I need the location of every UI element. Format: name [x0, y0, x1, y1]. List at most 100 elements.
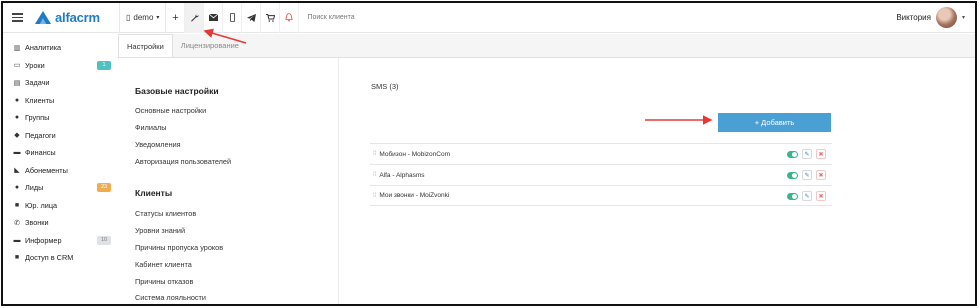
chart-icon: ▥ — [13, 44, 21, 52]
sidebar-item-informer[interactable]: ▬ Информер 10 — [3, 232, 118, 250]
cart-icon[interactable] — [261, 3, 281, 33]
sidebar-item-calls[interactable]: ✆ Звонки — [3, 214, 118, 232]
hamburger-menu-icon[interactable] — [3, 3, 31, 33]
users-icon: ● — [14, 114, 20, 122]
row-actions: ✎ ✖ — [787, 170, 826, 180]
credit-card-icon: ▬ — [13, 236, 21, 244]
provider-name: Alfa - Alphasms — [379, 171, 425, 179]
trash-icon[interactable]: ✖ — [816, 191, 826, 201]
link-absence-reasons[interactable]: Причины пропуска уроков — [135, 243, 223, 252]
envelope-icon[interactable] — [204, 3, 224, 33]
row-actions: ✎ ✖ — [787, 149, 826, 159]
link-notifications[interactable]: Уведомления — [135, 140, 181, 149]
sidebar-item-subscriptions[interactable]: ◣ Абонементы — [3, 162, 118, 180]
pencil-icon[interactable]: ✎ — [802, 149, 812, 159]
money-icon: ▬ — [13, 149, 21, 157]
user-menu[interactable]: Виктория ▾ — [896, 7, 975, 28]
chevron-down-icon: ▾ — [156, 15, 160, 21]
link-branches[interactable]: Филиалы — [135, 123, 167, 132]
link-knowledge-levels[interactable]: Уровни знаний — [135, 226, 185, 235]
user-name: Виктория — [896, 13, 931, 22]
enabled-toggle[interactable] — [787, 150, 798, 158]
link-main-settings[interactable]: Основные настройки — [135, 106, 206, 115]
telegram-icon[interactable] — [242, 3, 262, 33]
alfacrm-logo-icon — [35, 11, 51, 24]
section-title-clients: Клиенты — [135, 188, 173, 198]
sidebar-item-clients[interactable]: ● Клиенты — [3, 92, 118, 110]
app-logo[interactable]: alfacrm — [35, 10, 119, 25]
branch-name: demo — [133, 13, 154, 22]
tag-icon: ◣ — [14, 167, 20, 175]
sidebar-item-label: Уроки — [25, 60, 45, 70]
branch-selector[interactable]: ▯ demo ▾ — [120, 3, 165, 33]
sidebar-item-tasks[interactable]: ▤ Задачи — [3, 74, 118, 92]
sidebar-item-label: Задачи — [25, 78, 50, 88]
sidebar-item-analytics[interactable]: ▥ Аналитика — [3, 39, 118, 57]
sidebar-item-label: Доступ в CRM — [25, 253, 74, 263]
sidebar-item-lessons[interactable]: ▭ Уроки 1 — [3, 57, 118, 75]
avatar — [935, 7, 957, 28]
drag-handle-icon[interactable]: ⁞⁞ — [373, 151, 376, 157]
phone-icon[interactable] — [223, 3, 243, 33]
app-window: alfacrm ▯ demo ▾ + Поиск клиента Виктори… — [1, 1, 977, 306]
sms-title: SMS (3) — [371, 82, 399, 91]
building-icon: ▯ — [126, 13, 131, 22]
provider-name: Мои звонки - MoiZvonki — [379, 192, 450, 199]
section-title-basic: Базовые настройки — [135, 86, 219, 96]
pencil-icon[interactable]: ✎ — [802, 170, 812, 180]
enabled-toggle[interactable] — [787, 171, 798, 179]
sidebar-item-label: Юр. лица — [25, 200, 58, 210]
list-item[interactable]: ⁞⁞ Мои звонки - MoiZvonki ✎ ✖ — [370, 185, 832, 206]
drag-handle-icon[interactable]: ⁞⁞ — [373, 172, 376, 178]
tab-licensing[interactable]: Лицензирование — [173, 34, 247, 57]
search-input[interactable]: Поиск клиента — [299, 14, 896, 21]
bell-icon[interactable] — [280, 3, 300, 33]
add-button[interactable]: + Добавить — [718, 113, 831, 132]
lock-icon: ■ — [14, 254, 20, 262]
pencil-icon[interactable]: ✎ — [802, 191, 812, 201]
user-plus-icon: ● — [14, 184, 20, 192]
sidebar-item-label: Педагоги — [25, 130, 56, 140]
list-item[interactable]: ⁞⁞ Alfa - Alphasms ✎ ✖ — [370, 164, 832, 185]
sidebar-item-label: Лиды — [25, 183, 44, 193]
wrench-icon[interactable] — [185, 3, 205, 33]
sidebar: ▥ Аналитика ▭ Уроки 1 ▤ Задачи ● Клиенты ● Гру… — [3, 34, 118, 304]
sidebar-item-finance[interactable]: ▬ Финансы — [3, 144, 118, 162]
count-badge: 1 — [97, 60, 111, 70]
sidebar-item-label: Аналитика — [25, 43, 62, 53]
sidebar-item-leads[interactable]: ● Лиды 23 — [3, 179, 118, 197]
logo-text: alfacrm — [55, 10, 100, 25]
sidebar-item-label: Абонементы — [25, 165, 68, 175]
sidebar-item-teachers[interactable]: ◆ Педагоги — [3, 127, 118, 145]
count-badge: 10 — [97, 235, 111, 245]
sidebar-item-legal-entities[interactable]: ■ Юр. лица — [3, 197, 118, 215]
briefcase-icon: ■ — [14, 201, 20, 209]
sidebar-item-label: Группы — [25, 113, 50, 123]
sidebar-item-label: Информер — [25, 235, 62, 245]
link-client-statuses[interactable]: Статусы клиентов — [135, 209, 196, 218]
sidebar-item-label: Клиенты — [25, 95, 55, 105]
tab-settings[interactable]: Настройки — [118, 34, 173, 57]
link-refusal-reasons[interactable]: Причины отказов — [135, 277, 193, 286]
divider — [338, 58, 339, 304]
list-item[interactable]: ⁞⁞ Мобизон - MobizonCom ✎ ✖ — [370, 143, 832, 164]
link-loyalty-system[interactable]: Система лояльности — [135, 293, 206, 302]
tab-bar: Настройки Лицензирование — [118, 34, 247, 57]
sidebar-item-label: Звонки — [25, 218, 49, 228]
sidebar-item-crm-access[interactable]: ■ Доступ в CRM — [3, 249, 118, 267]
plus-icon[interactable]: + — [166, 3, 186, 33]
link-user-authorization[interactable]: Авторизация пользователей — [135, 157, 231, 166]
tasks-icon: ▤ — [13, 79, 21, 87]
phone-icon: ✆ — [14, 219, 20, 227]
settings-panel: Базовые настройки Основные настройки Фил… — [118, 57, 975, 304]
user-icon: ● — [14, 96, 20, 104]
link-client-cabinet[interactable]: Кабинет клиента — [135, 260, 192, 269]
graduation-cap-icon: ◆ — [14, 132, 20, 140]
trash-icon[interactable]: ✖ — [816, 149, 826, 159]
main-content: Настройки Лицензирование Базовые настрой… — [118, 34, 975, 304]
chevron-down-icon: ▾ — [961, 15, 965, 21]
sidebar-item-groups[interactable]: ● Группы — [3, 109, 118, 127]
drag-handle-icon[interactable]: ⁞⁞ — [373, 193, 376, 199]
enabled-toggle[interactable] — [787, 192, 798, 200]
trash-icon[interactable]: ✖ — [816, 170, 826, 180]
